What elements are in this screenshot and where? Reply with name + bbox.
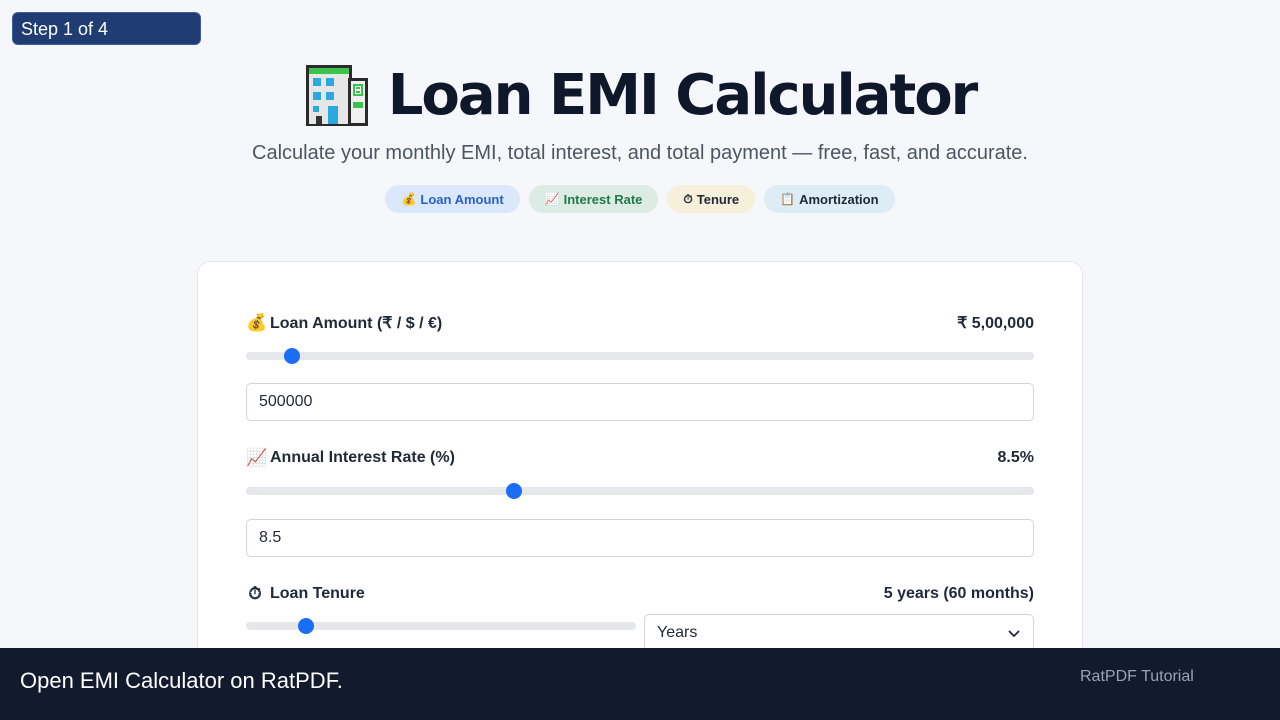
chip-tenure[interactable]: ⏱ Tenure <box>667 185 756 213</box>
page-title-text: Loan EMI Calculator <box>387 62 979 128</box>
tutorial-caption: Open EMI Calculator on RatPDF. <box>20 668 343 693</box>
interest-rate-slider-thumb[interactable] <box>505 483 522 499</box>
interest-rate-label-text: Annual Interest Rate (%) <box>270 449 455 466</box>
chip-label: Interest Rate <box>563 191 643 207</box>
stopwatch-icon: ⏱ <box>683 191 693 206</box>
page-title: Loan EMI Calculator <box>304 58 979 132</box>
money-bag-icon: 💰 <box>401 192 417 206</box>
chip-label: Tenure <box>696 191 740 207</box>
clipboard-icon: 📋 <box>780 192 796 206</box>
chart-increasing-icon: 📈 <box>246 448 268 467</box>
stopwatch-icon: ⏱ <box>248 584 262 603</box>
tenure-slider-thumb[interactable] <box>298 618 315 634</box>
chart-increasing-icon: 📈 <box>544 192 560 206</box>
interest-rate-header: 📈 Annual Interest Rate (%) 8.5% <box>246 446 1034 470</box>
tenure-label: ⏱ Loan Tenure <box>246 584 365 604</box>
office-building-icon <box>305 65 368 126</box>
feature-chips: 💰 Loan Amount 📈 Interest Rate ⏱ Tenure 📋… <box>0 185 1280 213</box>
loan-amount-input[interactable]: 500000 <box>246 383 1034 421</box>
tenure-unit-value: Years <box>657 624 698 641</box>
tenure-label-text: Loan Tenure <box>270 585 365 602</box>
chip-amortization[interactable]: 📋 Amortization <box>764 185 895 213</box>
money-bag-icon: 💰 <box>246 313 268 332</box>
tenure-unit-select[interactable]: Years <box>644 614 1034 652</box>
step-indicator: Step 1 of 4 <box>12 12 201 45</box>
interest-rate-label: 📈 Annual Interest Rate (%) <box>246 448 455 468</box>
chip-interest-rate[interactable]: 📈 Interest Rate <box>528 185 659 213</box>
tutorial-footer: Open EMI Calculator on RatPDF. RatPDF Tu… <box>0 648 1280 720</box>
chip-loan-amount[interactable]: 💰 Loan Amount <box>385 185 520 213</box>
loan-amount-label: 💰 Loan Amount (₹ / $ / €) <box>246 313 442 333</box>
interest-rate-input[interactable]: 8.5 <box>246 519 1034 557</box>
loan-amount-slider[interactable] <box>246 348 1034 364</box>
interest-rate-slider[interactable] <box>246 483 1034 499</box>
tenure-display: 5 years (60 months) <box>883 585 1034 602</box>
loan-amount-display: ₹ 5,00,000 <box>957 315 1034 332</box>
chevron-down-icon <box>1008 630 1020 638</box>
interest-rate-display: 8.5% <box>997 449 1034 466</box>
loan-amount-label-text: Loan Amount (₹ / $ / €) <box>270 315 443 332</box>
loan-amount-slider-thumb[interactable] <box>283 348 300 364</box>
tenure-slider[interactable] <box>246 618 636 634</box>
tutorial-brand: RatPDF Tutorial <box>1080 668 1194 685</box>
hero-header: Loan EMI Calculator <box>0 58 1280 133</box>
chip-label: Amortization <box>799 191 879 207</box>
tenure-header: ⏱ Loan Tenure 5 years (60 months) <box>246 582 1034 606</box>
chip-label: Loan Amount <box>420 191 504 207</box>
loan-amount-header: 💰 Loan Amount (₹ / $ / €) ₹ 5,00,000 <box>246 311 1034 335</box>
page-subtitle: Calculate your monthly EMI, total intere… <box>252 142 1028 164</box>
